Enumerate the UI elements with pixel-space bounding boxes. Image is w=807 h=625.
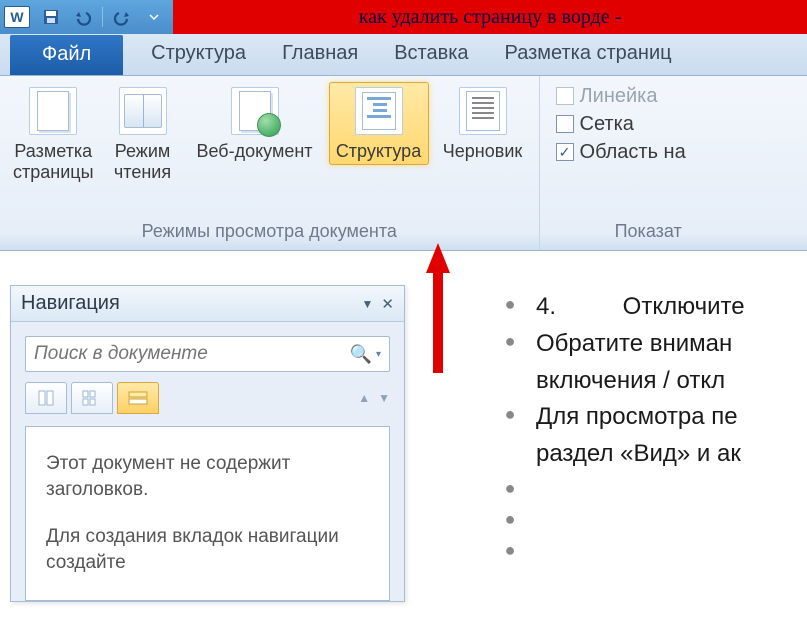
title-bar: W как удалить страницу в ворде -	[0, 0, 807, 34]
window-title: как удалить страницу в ворде -	[173, 0, 807, 34]
ribbon-tabs: Файл Структура Главная Вставка Разметка …	[0, 34, 807, 76]
outline-icon	[355, 87, 403, 135]
outline-view-button[interactable]: Структура	[329, 82, 429, 165]
nav-pane-checkbox[interactable]: ✓	[556, 143, 574, 161]
doc-row: ● Для просмотра пе	[500, 400, 807, 435]
navigation-pane-header: Навигация ▼ ✕	[11, 286, 404, 322]
navigation-pane: Навигация ▼ ✕ 🔍 ▾ ▲ ▼ Этот документ не с…	[10, 285, 405, 602]
nav-prev-icon[interactable]: ▲	[358, 391, 370, 405]
doc-text: Отключите	[623, 293, 745, 320]
draft-view-button[interactable]: Черновик	[433, 82, 533, 165]
bullet-icon: ●	[500, 505, 520, 534]
web-view-button[interactable]: Веб-документ	[185, 82, 325, 165]
navigation-empty-msg-1: Этот документ не содержит заголовков.	[46, 451, 369, 502]
app-icon[interactable]: W	[4, 6, 30, 28]
document-content: ● 4. Отключите ● Обратите вниман ● включ…	[500, 290, 807, 566]
gridlines-checkbox-row[interactable]: Сетка	[556, 110, 686, 138]
nav-tab-headings[interactable]	[25, 382, 67, 414]
reading-view-button[interactable]: Режим чтения	[105, 82, 181, 185]
navigation-search-input[interactable]	[34, 343, 344, 365]
annotation-arrow	[424, 243, 452, 373]
qat-save-button[interactable]	[36, 3, 66, 31]
navigation-empty-msg-2: Для создания вкладок навигации создайте	[46, 524, 369, 575]
doc-row: ● включения / откл	[500, 364, 807, 399]
doc-row: ● раздел «Вид» и ак	[500, 437, 807, 472]
gridlines-label: Сетка	[580, 113, 634, 136]
web-icon	[231, 87, 279, 135]
list-number: 4.	[536, 290, 616, 325]
doc-text: раздел «Вид» и ак	[536, 437, 807, 472]
app-icon-letter: W	[10, 9, 23, 25]
draft-icon	[459, 87, 507, 135]
qat-customize-button[interactable]	[139, 3, 169, 31]
bullet-icon: ●	[500, 400, 520, 429]
navigation-pane-title: Навигация	[21, 292, 120, 315]
show-group-label: Показат	[556, 219, 686, 246]
ribbon-body: Разметка страницы Режим чтения Веб-докум…	[0, 76, 807, 251]
ruler-checkbox	[556, 87, 574, 105]
qat-separator	[102, 7, 103, 27]
doc-text: включения / откл	[536, 364, 807, 399]
page-layout-icon	[29, 87, 77, 135]
nav-next-icon[interactable]: ▼	[378, 391, 390, 405]
nav-tab-results[interactable]	[117, 382, 159, 414]
nav-pane-checkbox-row[interactable]: ✓ Область на	[556, 138, 686, 166]
outline-label: Структура	[336, 141, 421, 162]
show-group: Линейка Сетка ✓ Область на Показат	[540, 76, 686, 250]
tab-home[interactable]: Главная	[274, 36, 366, 75]
doc-row: ●	[500, 536, 807, 565]
qat-undo-button[interactable]	[68, 3, 98, 31]
nav-pane-label: Область на	[580, 141, 686, 164]
navigation-pane-menu-icon[interactable]: ▼	[362, 297, 374, 311]
tab-structure[interactable]: Структура	[143, 36, 254, 75]
web-label: Веб-документ	[196, 141, 312, 162]
navigation-body: Этот документ не содержит заголовков. Дл…	[25, 426, 390, 601]
doc-row: ●	[500, 505, 807, 534]
bullet-icon: ●	[500, 536, 520, 565]
search-icon[interactable]: 🔍	[350, 344, 372, 365]
bullet-icon: ●	[500, 290, 520, 319]
doc-row: ● Обратите вниман	[500, 327, 807, 362]
navigation-pane-close-icon[interactable]: ✕	[381, 295, 394, 313]
navigation-search[interactable]: 🔍 ▾	[25, 336, 390, 372]
page-layout-label: Разметка страницы	[13, 141, 94, 182]
views-group-buttons: Разметка страницы Режим чтения Веб-докум…	[6, 82, 533, 185]
nav-tab-pages[interactable]	[71, 382, 113, 414]
draft-label: Черновик	[443, 141, 522, 162]
ruler-label: Линейка	[580, 85, 658, 108]
quick-access-toolbar: W	[0, 0, 173, 34]
ruler-checkbox-row: Линейка	[556, 82, 686, 110]
show-group-checks: Линейка Сетка ✓ Область на	[556, 82, 686, 166]
doc-text: Для просмотра пе	[536, 400, 807, 435]
doc-text: Обратите вниман	[536, 327, 807, 362]
views-group: Разметка страницы Режим чтения Веб-докум…	[0, 76, 540, 250]
search-dropdown-icon[interactable]: ▾	[376, 349, 381, 360]
doc-row: ● 4. Отключите	[500, 290, 807, 325]
tab-page-layout[interactable]: Разметка страниц	[497, 36, 680, 75]
window-title-text: как удалить страницу в ворде -	[359, 6, 622, 29]
file-tab-label: Файл	[42, 43, 91, 66]
reading-label: Режим чтения	[114, 141, 171, 182]
bullet-icon: ●	[500, 327, 520, 356]
doc-row: ●	[500, 474, 807, 503]
bullet-icon: ●	[500, 474, 520, 503]
reading-icon	[119, 87, 167, 135]
views-group-label: Режимы просмотра документа	[6, 219, 533, 246]
navigation-view-tabs: ▲ ▼	[25, 382, 390, 414]
file-tab[interactable]: Файл	[10, 35, 123, 75]
gridlines-checkbox[interactable]	[556, 115, 574, 133]
qat-redo-button[interactable]	[107, 3, 137, 31]
page-layout-view-button[interactable]: Разметка страницы	[6, 82, 101, 185]
tab-insert[interactable]: Вставка	[386, 36, 476, 75]
